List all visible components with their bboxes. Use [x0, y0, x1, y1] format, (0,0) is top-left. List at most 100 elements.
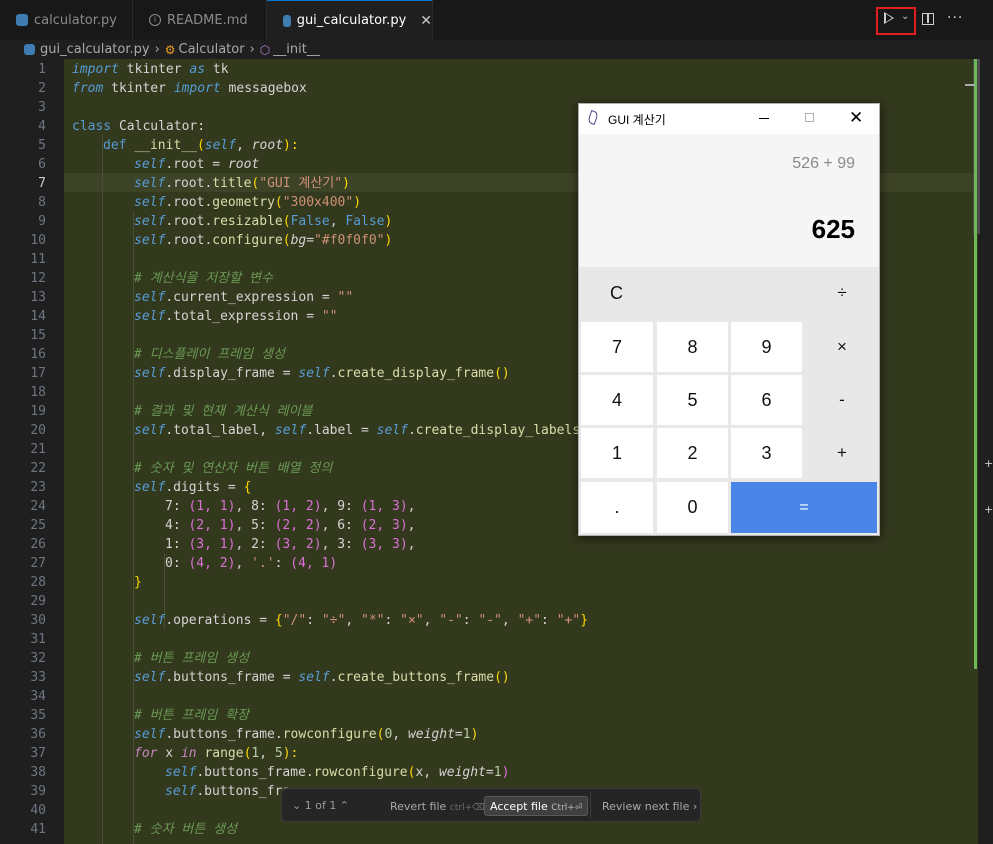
line-number: 38 — [30, 765, 46, 780]
window-title: GUI 계산기 — [608, 113, 666, 127]
breadcrumb-method[interactable]: ⬡ __init__ — [260, 42, 320, 57]
split-editor-icon[interactable] — [922, 13, 934, 25]
line-text: 1: (3, 1), 2: (3, 2), 3: (3, 3), — [165, 537, 416, 552]
tab-gui-calculator-py[interactable]: gui_calculator.py ✕ — [267, 0, 433, 40]
line-number: 8 — [38, 195, 46, 210]
tab-calculator-py[interactable]: calculator.py — [0, 0, 133, 40]
line-text: 4: (2, 1), 5: (2, 2), 6: (2, 3), — [165, 518, 416, 533]
decimal-button[interactable]: . — [581, 482, 653, 533]
line-text: self.root = root — [134, 157, 260, 172]
revert-shortcut: ctrl+⌫ — [449, 803, 485, 813]
digit-7-button[interactable]: 7 — [581, 322, 653, 372]
close-icon[interactable]: ✕ — [420, 13, 432, 29]
line-text: import tkinter as tk — [72, 62, 229, 77]
line-number: 20 — [30, 423, 46, 438]
plus-button[interactable]: + — [805, 428, 879, 478]
line-number: 10 — [30, 233, 46, 248]
line-number: 31 — [30, 632, 46, 647]
line-text: from tkinter import messagebox — [72, 81, 307, 96]
line-number: 30 — [30, 613, 46, 628]
line-number: 5 — [38, 138, 46, 153]
minus-button[interactable]: - — [805, 375, 879, 425]
chevron-right-icon: › — [249, 42, 255, 57]
minimize-icon[interactable] — [759, 118, 769, 119]
line-number: 23 — [30, 480, 46, 495]
line-number: 9 — [38, 214, 46, 229]
breadcrumb-class[interactable]: ⚙ Calculator — [165, 42, 245, 57]
breadcrumb-file-label: gui_calculator.py — [40, 42, 150, 57]
divider — [590, 792, 591, 818]
line-number: 7 — [38, 176, 46, 191]
line-number: 25 — [30, 518, 46, 533]
tab-readme-md[interactable]: i README.md — [133, 0, 267, 40]
divide-button[interactable]: ÷ — [805, 267, 879, 319]
review-next-label: Review next file — [602, 800, 690, 813]
line-number: 12 — [30, 271, 46, 286]
digit-0-button[interactable]: 0 — [657, 482, 728, 533]
digit-8-button[interactable]: 8 — [657, 322, 728, 372]
line-number: 26 — [30, 537, 46, 552]
breadcrumb: gui_calculator.py › ⚙ Calculator › ⬡ __i… — [0, 40, 993, 59]
window-titlebar[interactable]: GUI 계산기 ✕ — [579, 104, 879, 134]
line-text: # 버튼 프레임 생성 — [134, 651, 250, 666]
python-icon — [283, 14, 291, 27]
revert-file-button[interactable]: Revert file ctrl+⌫ — [390, 800, 485, 813]
digit-2-button[interactable]: 2 — [657, 428, 728, 478]
line-number: 21 — [30, 442, 46, 457]
scrollbar[interactable] — [978, 59, 993, 844]
line-text: # 결과 및 현재 계산식 레이블 — [134, 404, 313, 419]
line-number: 37 — [30, 746, 46, 761]
equals-button[interactable]: = — [731, 482, 877, 533]
line-number: 29 — [30, 594, 46, 609]
line-text: class Calculator: — [72, 119, 206, 134]
add-icon[interactable]: + — [984, 503, 993, 516]
code-line: 34 — [0, 687, 978, 706]
line-text: self.current_expression = "" — [134, 290, 354, 305]
tab-bar: calculator.py i README.md gui_calculator… — [0, 0, 993, 41]
multiply-button[interactable]: × — [805, 322, 879, 372]
calculator-display: 526 + 99 625 — [579, 134, 879, 267]
breadcrumb-method-label: __init__ — [273, 42, 320, 57]
digit-4-button[interactable]: 4 — [581, 375, 653, 425]
code-line: 1 import tkinter as tk — [0, 60, 978, 79]
maximize-icon[interactable] — [805, 113, 814, 122]
tab-label: calculator.py — [34, 12, 117, 28]
close-icon[interactable]: ✕ — [849, 108, 863, 128]
line-text: self.buttons_frame = self.create_buttons… — [134, 670, 510, 685]
accept-label: Accept file — [490, 800, 548, 813]
line-number: 2 — [38, 81, 46, 96]
expression-label: 526 + 99 — [792, 155, 855, 172]
line-text: self.total_label, self.label = self.crea… — [134, 423, 588, 438]
digit-1-button[interactable]: 1 — [581, 428, 653, 478]
line-text: # 숫자 및 연산자 버튼 배열 정의 — [134, 461, 333, 476]
line-number: 34 — [30, 689, 46, 704]
digit-5-button[interactable]: 5 — [657, 375, 728, 425]
chevron-down-icon[interactable]: ⌄ — [901, 11, 909, 22]
digit-6-button[interactable]: 6 — [731, 375, 802, 425]
line-number: 27 — [30, 556, 46, 571]
line-number: 33 — [30, 670, 46, 685]
review-counter[interactable]: ⌄ 1 of 1 ⌃ — [292, 799, 349, 812]
run-icon[interactable] — [884, 12, 894, 24]
line-text: self.root.geometry("300x400") — [134, 195, 362, 210]
line-text: self.buttons_frame.rowconfigure(x, weigh… — [165, 765, 510, 780]
line-text: self.operations = {"/": "÷", "*": "×", "… — [134, 613, 589, 628]
digit-3-button[interactable]: 3 — [731, 428, 802, 478]
breadcrumb-file[interactable]: gui_calculator.py — [24, 42, 150, 57]
line-text: self.digits = { — [134, 480, 252, 495]
digit-9-button[interactable]: 9 — [731, 322, 802, 372]
clear-button[interactable]: C — [579, 267, 654, 319]
code-line: 31 — [0, 630, 978, 649]
more-actions-icon[interactable]: ··· — [947, 10, 963, 26]
line-number: 35 — [30, 708, 46, 723]
feather-icon — [587, 110, 599, 125]
line-number: 39 — [30, 784, 46, 799]
revert-label: Revert file — [390, 800, 447, 813]
accept-file-button[interactable]: Accept file Ctrl+⏎ — [484, 796, 589, 816]
review-next-file-button[interactable]: Review next file › — [602, 800, 697, 813]
result-label: 625 — [811, 214, 855, 244]
run-button-highlight — [876, 7, 916, 35]
add-icon[interactable]: + — [984, 457, 993, 470]
line-number: 41 — [30, 822, 46, 837]
line-number: 11 — [30, 252, 46, 267]
